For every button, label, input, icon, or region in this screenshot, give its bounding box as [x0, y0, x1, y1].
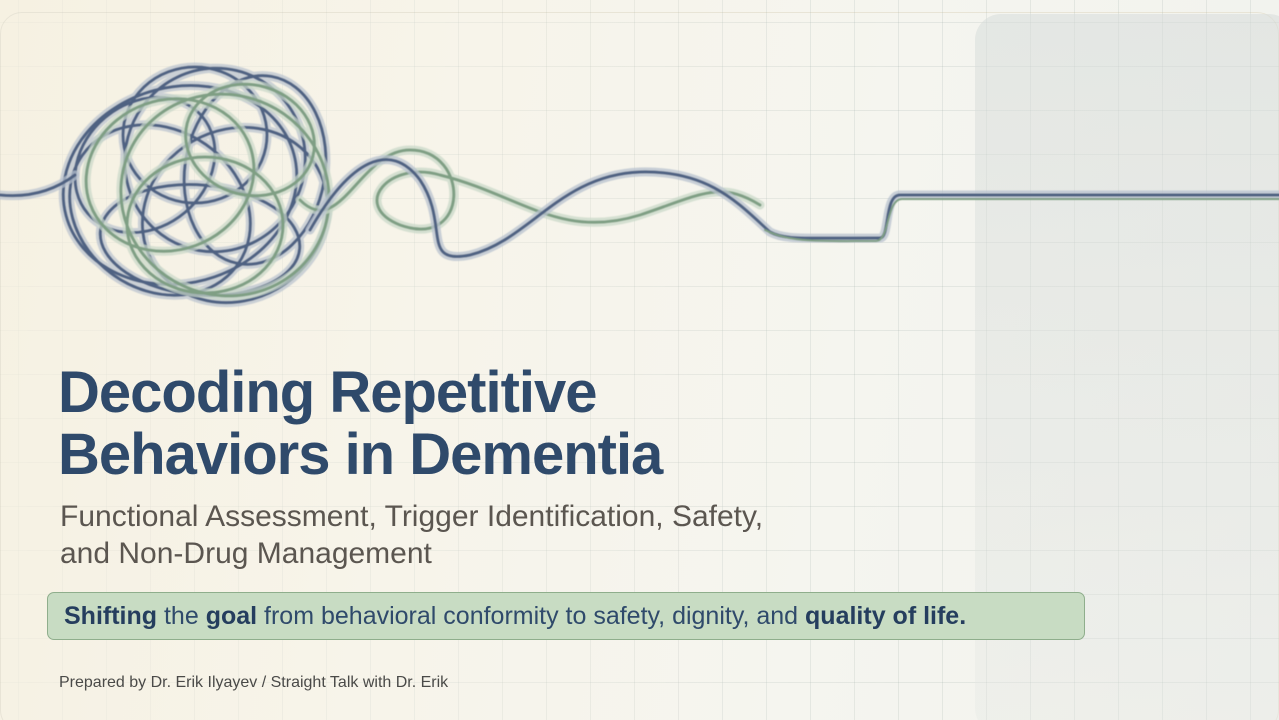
- title-line-1: Decoding Repetitive: [58, 360, 598, 425]
- callout-bold-quality: quality of life.: [805, 601, 967, 630]
- slide-title: Decoding Repetitive Behaviors in Dementi…: [58, 362, 958, 486]
- subtitle-line-1: Functional Assessment, Trigger Identific…: [60, 500, 764, 533]
- title-slide: Decoding Repetitive Behaviors in Dementi…: [0, 0, 1279, 720]
- subtitle-line-2: and Non-Drug Management: [60, 537, 432, 570]
- callout-text-2: from behavioral conformity to safety, di…: [257, 601, 806, 630]
- slide-subtitle: Functional Assessment, Trigger Identific…: [60, 498, 960, 572]
- tangled-line-icon: [0, 62, 1279, 308]
- author-credit: Prepared by Dr. Erik Ilyayev / Straight …: [59, 674, 449, 691]
- key-message-callout: Shifting the goal from behavioral confor…: [47, 592, 1085, 640]
- callout-text-1: the: [157, 601, 206, 630]
- title-line-2: Behaviors in Dementia: [58, 422, 663, 487]
- callout-bold-shifting: Shifting: [64, 601, 158, 630]
- callout-bold-goal: goal: [205, 601, 258, 630]
